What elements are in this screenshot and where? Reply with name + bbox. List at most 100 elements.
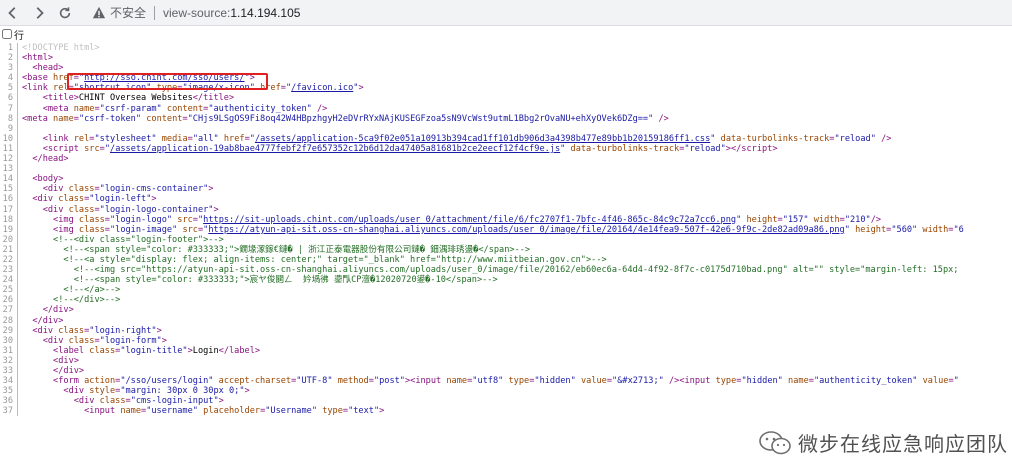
line-number: 22 <box>0 254 18 266</box>
reload-button[interactable] <box>52 0 78 26</box>
source-line: 21 <!--<span style="color: #333333;">鐗堟潈… <box>0 244 1012 255</box>
source-code: <!--<span style="color: #333333;">鐗堟潈鎵€鏈… <box>63 244 531 255</box>
line-number: 36 <box>0 396 18 407</box>
source-line: 23 <!--<img src="https://atyun-api-sit.o… <box>0 265 1012 276</box>
url-host: 1.14.194.105 <box>230 5 301 20</box>
source-code: <link rel="shortcut icon" type="image/x-… <box>22 83 364 94</box>
source-code: <div class="login-cms-container"> <box>42 184 214 195</box>
source-line: 30 <div class="login-form"> <box>0 335 1012 346</box>
line-number: 11 <box>0 143 18 155</box>
source-link[interactable]: http://sso.chint.com/sso/users/ <box>84 73 244 83</box>
source-line: 7 <meta name="csrf-param" content="authe… <box>0 103 1012 114</box>
url-scheme: view-source: <box>163 5 231 20</box>
source-code: <meta name="csrf-token" content="CHjs9LS… <box>22 113 669 124</box>
forward-button[interactable] <box>26 0 52 26</box>
line-number: 8 <box>0 113 18 124</box>
source-code: <title>CHINT Oversea Websites</title> <box>42 93 235 104</box>
source-line: 37 <input name="username" placeholder="U… <box>0 406 1012 417</box>
source-code: <form action="/sso/users/login" accept-c… <box>53 376 959 387</box>
source-code <box>18 164 22 174</box>
line-number: 1 <box>0 43 18 54</box>
source-line: 4 <base href="http://sso.chint.com/sso/us… <box>0 73 1012 84</box>
source-line: 28 </div> <box>0 315 1012 326</box>
line-number: 3 <box>0 63 18 74</box>
url-separator <box>154 5 156 20</box>
source-line: 18 <img class="login-logo" src="https://… <box>0 214 1012 225</box>
line-wrap-toggle[interactable]: 行 <box>0 27 1012 42</box>
line-number: 9 <box>0 123 18 134</box>
source-line: 33 </div> <box>0 366 1012 377</box>
line-wrap-label: 行 <box>14 30 24 42</box>
source-line: 16 <div class="login-left"> <box>0 194 1012 205</box>
source-code: <div> <box>53 355 79 366</box>
line-number: 18 <box>0 214 18 225</box>
source-line: 15 <div class="login-cms-container"> <box>0 184 1012 195</box>
source-line: 20 <!--<div class="login-footer">--> <box>0 234 1012 245</box>
line-wrap-checkbox[interactable] <box>2 29 12 39</box>
source-link[interactable]: https://atyun-api-sit.oss-cn-shanghai.al… <box>208 225 844 235</box>
source-code: <input name="username" placeholder="User… <box>84 406 385 417</box>
line-number: 28 <box>0 315 18 326</box>
source-code: <div style="margin: 30px 0 30px 0;"> <box>63 386 250 397</box>
source-code: <!--<a style="display: flex; align-items… <box>63 254 607 265</box>
source-code: <!--<img src="https://atyun-api-sit.oss-… <box>73 265 959 276</box>
source-line: 19 <img class="login-image" src="https:/… <box>0 224 1012 235</box>
source-line: 34 <form action="/sso/users/login" accep… <box>0 376 1012 387</box>
line-number: 27 <box>0 305 18 316</box>
line-number: 12 <box>0 154 18 165</box>
source-code: <!--<span style="color: #333333;">宸ヤ俊閮ㄥ … <box>73 275 498 286</box>
source-code: <div class="login-form"> <box>42 335 167 346</box>
source-view[interactable]: 1 <!DOCTYPE html> 2 <html> 3 <head> 4 <base hr… <box>0 43 1012 473</box>
line-number: 33 <box>0 366 18 377</box>
source-code: <html> <box>22 53 54 64</box>
line-number: 5 <box>0 83 18 94</box>
source-line: 17 <div class="login-logo-container"> <box>0 204 1012 215</box>
line-number: 29 <box>0 325 18 336</box>
source-code: </div> <box>42 305 74 316</box>
source-link[interactable]: /favicon.ico <box>291 83 353 93</box>
source-link[interactable]: /assets/application-5ca9f02e051a10913b39… <box>255 134 710 144</box>
source-line: 3 <head> <box>0 63 1012 74</box>
source-code: <!DOCTYPE html> <box>22 43 100 53</box>
source-code: </div> <box>32 315 64 326</box>
forward-arrow-icon <box>36 6 44 19</box>
source-code: <img class="login-image" src="https://at… <box>53 224 964 235</box>
source-line: 14 <body> <box>0 174 1012 185</box>
line-number: 35 <box>0 386 18 397</box>
source-code: <base href="http://sso.chint.com/sso/use… <box>22 73 255 84</box>
source-line: 6 <title>CHINT Oversea Websites</title> <box>0 93 1012 104</box>
source-code: <!--<div class="login-footer">--> <box>53 234 224 245</box>
source-code: </div> <box>53 366 85 376</box>
line-number: 26 <box>0 295 18 306</box>
source-line: 5 <link rel="shortcut icon" type="image/x… <box>0 83 1012 94</box>
source-code <box>18 124 22 134</box>
source-link[interactable]: https://sit-uploads.chint.com/uploads/us… <box>203 215 736 225</box>
source-line: 25 <!--</a>--> <box>0 285 1012 296</box>
source-code: <link rel="stylesheet" media="all" href=… <box>42 133 892 144</box>
line-number: 20 <box>0 234 18 245</box>
line-number: 10 <box>0 133 18 144</box>
line-number: 37 <box>0 406 18 417</box>
source-line: 31 <label class="login-title">Login</lab… <box>0 345 1012 356</box>
source-code: <!--</a>--> <box>63 285 121 296</box>
source-code: <head> <box>32 63 64 74</box>
warning-icon <box>92 6 106 20</box>
line-number: 13 <box>0 164 18 175</box>
security-status-label[interactable]: 不安全 <box>110 4 146 21</box>
source-line: 12 </head> <box>0 154 1012 165</box>
source-code: <label class="login-title">Login</label> <box>53 345 261 356</box>
back-arrow-icon <box>8 6 16 19</box>
watermark-text: 微步在线应急响应团队 <box>798 434 1008 456</box>
source-line: 10 <link rel="stylesheet" media="all" hr… <box>0 133 1012 144</box>
source-line: 2 <html> <box>0 53 1012 64</box>
source-line: 24 <!--<span style="color: #333333;">宸ヤ俊… <box>0 275 1012 286</box>
line-number: 25 <box>0 285 18 296</box>
source-line: 11 <script src="/assets/application-19ab… <box>0 143 1012 155</box>
reload-icon <box>59 6 71 18</box>
address-bar[interactable]: 不安全 view-source: 1.14.194.105 <box>84 2 1004 23</box>
back-button[interactable] <box>0 0 26 26</box>
source-link[interactable]: /assets/application-19ab8bae4777febf2f7e… <box>110 144 560 154</box>
line-number: 24 <box>0 275 18 286</box>
source-line: 27 </div> <box>0 305 1012 316</box>
line-number: 17 <box>0 204 18 215</box>
